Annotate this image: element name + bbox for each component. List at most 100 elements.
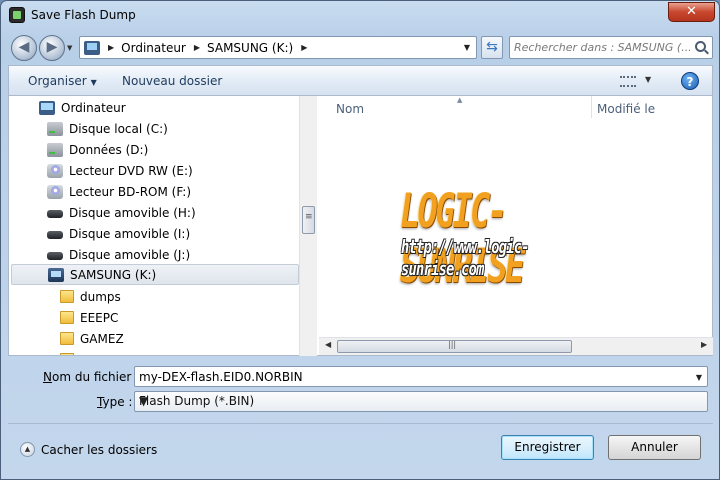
tree-item-label: Disque amovible (J:) xyxy=(69,247,191,262)
tree-item-drive-f[interactable]: Lecteur BD-ROM (F:) xyxy=(47,181,191,202)
filename-input[interactable] xyxy=(139,369,679,384)
navigation-pane[interactable]: Ordinateur Disque local (C:) Données (D:… xyxy=(8,96,319,356)
tree-item-label: Données (D:) xyxy=(69,142,149,157)
tree-item-drive-h[interactable]: Disque amovible (H:) xyxy=(47,202,196,223)
chevron-down-icon[interactable]: ▼ xyxy=(139,394,702,408)
navigation-bar: ◀ ▶ ▼ ▶ Ordinateur ▶ SAMSUNG (K:) ▶ ▼ ⇆ xyxy=(1,31,719,61)
address-bar[interactable]: ▶ Ordinateur ▶ SAMSUNG (K:) ▶ ▼ xyxy=(79,36,477,59)
tree-item-label: dumps xyxy=(80,289,121,304)
close-button[interactable]: ✕ xyxy=(668,2,715,22)
folder-icon xyxy=(60,353,74,355)
tree-item-drive-i[interactable]: Disque amovible (I:) xyxy=(47,223,190,244)
column-header-name[interactable]: Nom xyxy=(336,102,364,116)
arrow-left-icon: ◀ xyxy=(18,39,30,55)
tree-item-label: Lecteur DVD RW (E:) xyxy=(69,163,193,178)
divider xyxy=(8,423,713,424)
breadcrumb-drive[interactable]: SAMSUNG (K:) xyxy=(207,41,293,55)
tree-item-drive-c[interactable]: Disque local (C:) xyxy=(47,118,168,139)
refresh-icon: ⇆ xyxy=(486,39,498,55)
scrollbar-thumb[interactable] xyxy=(302,206,315,234)
usb-drive-icon xyxy=(48,267,64,282)
search-input[interactable] xyxy=(514,39,690,56)
tree-item-label: Disque local (C:) xyxy=(69,121,168,136)
filename-combobox[interactable]: ▼ xyxy=(134,366,708,387)
filename-label-accesskey: N xyxy=(43,370,52,384)
tree-item-folder-partial[interactable] xyxy=(60,349,80,355)
watermark-url: http://www.logic-sunrise.com xyxy=(401,236,529,280)
scroll-right-icon[interactable]: ▶ xyxy=(701,340,707,349)
window-title: Save Flash Dump xyxy=(31,8,136,22)
search-box[interactable] xyxy=(509,36,713,59)
file-list[interactable]: ▲ Nom Modifié le LOGIC-SUNRISE http://ww… xyxy=(319,96,713,356)
scrollbar-thumb[interactable] xyxy=(337,340,572,353)
arrow-right-icon: ▶ xyxy=(46,39,58,55)
folder-icon xyxy=(60,332,74,345)
tree-item-label: SAMSUNG (K:) xyxy=(70,267,157,282)
back-button[interactable]: ◀ xyxy=(11,35,37,61)
filetype-select[interactable]: Flash Dump (*.BIN) ▼ xyxy=(134,391,708,412)
hide-folders-label: Cacher les dossiers xyxy=(41,442,158,457)
column-divider[interactable] xyxy=(591,96,592,118)
navigation-pane-scrollbar[interactable] xyxy=(299,96,317,356)
tree-item-label: Lecteur BD-ROM (F:) xyxy=(69,184,192,199)
organise-label: Organiser xyxy=(28,74,87,88)
breadcrumb-chevron-icon[interactable]: ▶ xyxy=(108,43,114,52)
removable-drive-icon xyxy=(47,210,63,218)
hdd-icon xyxy=(47,142,63,157)
sort-ascending-icon: ▲ xyxy=(457,96,463,104)
watermark-logo: LOGIC-SUNRISE http://www.logic-sunrise.c… xyxy=(387,184,627,294)
tree-item-drive-d[interactable]: Données (D:) xyxy=(47,139,148,160)
save-dialog: Save Flash Dump ✕ ◀ ▶ ▼ ▶ Ordinateur ▶ S… xyxy=(0,0,720,480)
computer-icon xyxy=(39,100,55,115)
column-header-modified[interactable]: Modifié le xyxy=(597,102,655,116)
breadcrumb-chevron-icon[interactable]: ▶ xyxy=(194,43,200,52)
tree-item-computer[interactable]: Ordinateur xyxy=(39,97,126,118)
tree-item-folder[interactable]: dumps xyxy=(60,286,121,307)
tree-item-folder[interactable]: GAMEZ xyxy=(60,328,124,349)
tree-item-label: Ordinateur xyxy=(61,100,126,115)
filetype-label-text: ype : xyxy=(102,395,133,409)
tree-item-folder[interactable]: EEEPC xyxy=(60,307,118,328)
computer-icon xyxy=(84,40,100,55)
chevron-up-icon: ▲ xyxy=(20,442,35,457)
chevron-down-icon[interactable]: ▼ xyxy=(696,373,702,382)
chevron-down-icon: ▼ xyxy=(90,78,97,87)
filename-label: Nom du fichier : xyxy=(43,370,139,384)
new-folder-button[interactable]: Nouveau dossier xyxy=(122,74,222,88)
app-icon xyxy=(9,7,25,23)
view-options-icon[interactable] xyxy=(620,76,636,87)
hide-folders-toggle[interactable]: ▲ Cacher les dossiers xyxy=(20,442,157,457)
dvd-drive-icon xyxy=(47,184,63,199)
dvd-drive-icon xyxy=(47,163,63,178)
tree-item-drive-e[interactable]: Lecteur DVD RW (E:) xyxy=(47,160,193,181)
save-button[interactable]: Enregistrer xyxy=(501,435,594,460)
tree-item-drive-j[interactable]: Disque amovible (J:) xyxy=(47,244,190,265)
refresh-button[interactable]: ⇆ xyxy=(481,36,503,59)
tree-item-label: GAMEZ xyxy=(80,331,124,346)
removable-drive-icon xyxy=(47,252,63,260)
forward-button[interactable]: ▶ xyxy=(39,35,65,61)
cancel-button[interactable]: Annuler xyxy=(608,435,701,460)
folder-icon xyxy=(60,311,74,324)
organise-menu-button[interactable]: Organiser ▼ xyxy=(28,74,97,88)
tree-item-label: Disque amovible (I:) xyxy=(69,226,191,241)
breadcrumb-chevron-icon[interactable]: ▶ xyxy=(301,43,307,52)
scroll-left-icon[interactable]: ◀ xyxy=(325,340,331,349)
command-bar: Organiser ▼ Nouveau dossier ▼ ? xyxy=(8,65,713,96)
folder-icon xyxy=(60,290,74,303)
tree-item-label: EEEPC xyxy=(80,310,119,325)
tree-item-drive-k[interactable]: SAMSUNG (K:) xyxy=(11,264,299,285)
help-icon[interactable]: ? xyxy=(681,72,699,90)
address-dropdown-icon[interactable]: ▼ xyxy=(464,43,470,52)
title-bar: Save Flash Dump ✕ xyxy=(1,1,719,29)
removable-drive-icon xyxy=(47,231,63,239)
tree-item-label: Disque amovible (H:) xyxy=(69,205,196,220)
view-dropdown-icon[interactable]: ▼ xyxy=(645,75,651,84)
filetype-label: Type : xyxy=(97,395,132,409)
file-list-scrollbar[interactable]: ◀ ▶ xyxy=(319,337,713,355)
search-icon[interactable] xyxy=(695,41,706,52)
filename-label-text: om du fichier : xyxy=(51,370,140,384)
recent-locations-dropdown[interactable]: ▼ xyxy=(67,44,72,52)
hdd-icon xyxy=(47,121,63,136)
breadcrumb-computer[interactable]: Ordinateur xyxy=(121,41,186,55)
